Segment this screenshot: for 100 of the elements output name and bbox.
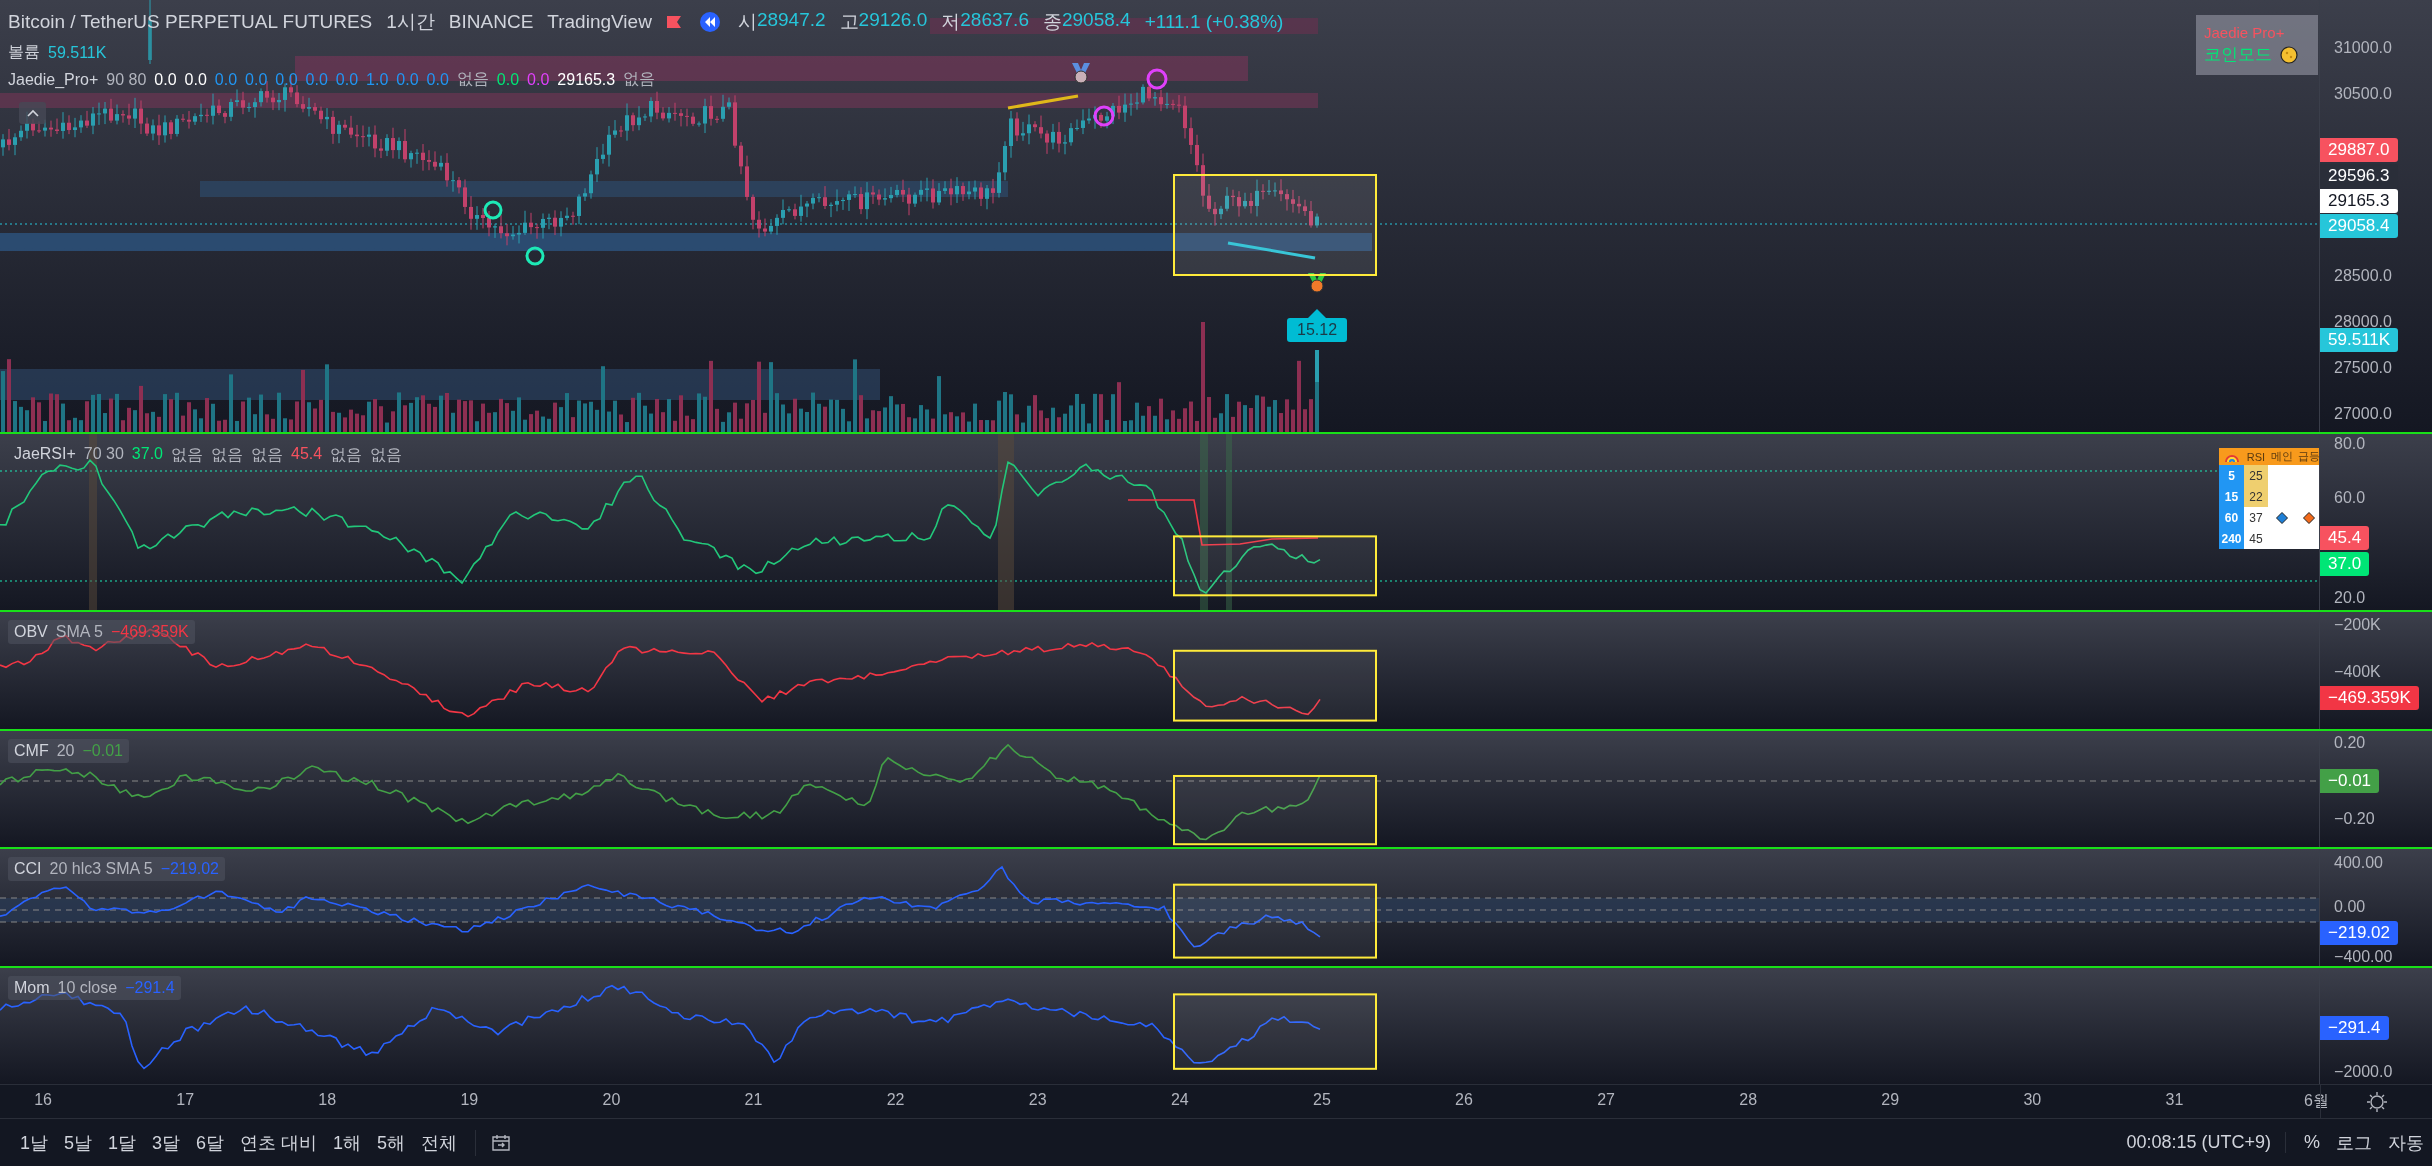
scale-option-button[interactable]: 로그	[2328, 1126, 2380, 1159]
range-button[interactable]: 6달	[188, 1126, 233, 1159]
range-button[interactable]: 1해	[325, 1126, 370, 1159]
table-cell-text: 37	[2248, 509, 2264, 527]
table-cell-text: 45	[2248, 530, 2264, 548]
time-label: 27	[1597, 1091, 1615, 1108]
table-cell: 5	[2219, 465, 2244, 486]
range-button[interactable]: 전체	[413, 1126, 466, 1159]
range-button[interactable]: 연초 대비	[232, 1126, 326, 1159]
axis-label: 0.00	[2334, 898, 2366, 916]
medal-icon	[1072, 63, 1090, 84]
legend-value: 0.0	[184, 70, 207, 89]
indicator-name[interactable]: OBV	[14, 623, 48, 641]
ohlc-label: 시	[737, 10, 757, 34]
settings-icon[interactable]	[2365, 1090, 2388, 1113]
range-button[interactable]: 5날	[56, 1126, 101, 1159]
range-button[interactable]: 5해	[369, 1126, 414, 1159]
legend-value: 없음	[623, 69, 656, 89]
ohlc-value: 29126.0	[858, 9, 928, 32]
price-tag: 29887.0	[2320, 138, 2398, 162]
price-tag: −291.4	[2320, 1016, 2389, 1040]
table-cell: 60	[2219, 507, 2244, 528]
diamond-icon	[2302, 511, 2315, 524]
time-label: 28	[1739, 1091, 1758, 1108]
indicator-name[interactable]: CMF	[14, 742, 49, 760]
symbol-title[interactable]: Bitcoin / TetherUS PERPETUAL FUTURES	[8, 11, 373, 33]
axis-label: −400K	[2334, 663, 2381, 681]
indicator-name[interactable]: Jaedie_Pro+	[8, 70, 99, 89]
legend-value: 0.0	[275, 70, 298, 89]
change-value: +111.1 (+0.38%)	[1144, 11, 1284, 33]
volume-label: 볼륨	[8, 42, 40, 62]
indicator-name[interactable]: Mom	[14, 979, 50, 997]
legend-value: 0.0	[527, 70, 550, 89]
interval-label[interactable]: 1시간	[386, 9, 435, 35]
medal-icon	[1308, 273, 1326, 293]
exchange-label: BINANCE	[448, 11, 534, 33]
time-label: 21	[744, 1091, 763, 1108]
range-button[interactable]: 1달	[100, 1126, 145, 1159]
time-label: 19	[460, 1091, 479, 1108]
axis-label: 0.20	[2334, 734, 2366, 752]
legend-value: 0.0	[496, 70, 520, 89]
clock-label[interactable]: 00:08:15 (UTC+9)	[2126, 1132, 2286, 1153]
calendar-icon	[490, 1132, 513, 1153]
legend-value: 없음	[370, 445, 403, 465]
legend-value: 0.0	[154, 70, 177, 89]
rewind-icon	[699, 12, 720, 32]
time-label: 31	[2165, 1091, 2184, 1108]
ohlc-label: 저	[941, 10, 961, 34]
price-tag: −219.02	[2320, 921, 2398, 945]
scale-option-button[interactable]: 자동	[2380, 1126, 2432, 1159]
axis-label: 31000.0	[2334, 39, 2392, 57]
axis-label: 27000.0	[2334, 405, 2392, 423]
legend-value: 없음	[330, 445, 363, 465]
price-tag: 29058.4	[2320, 214, 2398, 238]
time-label: 18	[318, 1091, 337, 1108]
collapse-button[interactable]	[19, 102, 46, 124]
indicator-name[interactable]: CCI	[14, 860, 42, 878]
ohlc-value: 29058.4	[1061, 9, 1131, 32]
legend-value: 0.0	[335, 70, 359, 89]
range-button[interactable]: 3달	[144, 1126, 189, 1159]
legend-value: −469.359K	[110, 623, 189, 641]
legend-value: 없음	[211, 445, 243, 465]
axis-label: −200K	[2334, 616, 2381, 634]
coin-icon	[2280, 45, 2298, 64]
table-header: 메인	[2268, 448, 2295, 465]
price-tag: 37.0	[2320, 552, 2370, 576]
table-cell: 240	[2219, 528, 2244, 549]
price-tag: 45.4	[2320, 526, 2370, 550]
price-tag: 59.511K	[2320, 328, 2399, 352]
source-label: TradingView	[547, 11, 652, 33]
indicator-params: 70 30	[83, 445, 124, 464]
legend-value: 없음	[251, 445, 283, 465]
price-tag: 29165.3	[2320, 189, 2398, 213]
indicator-params: 20	[56, 742, 75, 760]
table-cell: 25	[2244, 465, 2268, 486]
legend-value: 0.0	[305, 70, 328, 89]
legend-value: −219.02	[160, 860, 219, 878]
time-label: 24	[1170, 1091, 1189, 1108]
badge-title: Jaedie Pro+	[2204, 24, 2286, 41]
time-label: 22	[886, 1091, 905, 1108]
range-button[interactable]: 1날	[12, 1126, 56, 1159]
scale-option-button[interactable]: %	[2296, 1128, 2328, 1157]
ohlc-value: 28947.2	[756, 9, 826, 32]
table-cell: 22	[2244, 486, 2268, 507]
time-label: 23	[1028, 1091, 1047, 1108]
ohlc-label: 고	[839, 10, 859, 34]
axis-label: 60.0	[2334, 489, 2366, 507]
ohlc-label: 종	[1042, 10, 1062, 34]
time-label: 26	[1455, 1091, 1473, 1108]
indicator-params: 10 close	[57, 979, 118, 997]
indicator-params: SMA 5	[55, 623, 103, 641]
axis-label: 27500.0	[2334, 359, 2392, 377]
axis-label: 20.0	[2334, 589, 2366, 607]
legend-value: 29165.3	[557, 70, 616, 89]
table-header: 급등	[2295, 448, 2320, 465]
axis-label: 80.0	[2334, 435, 2366, 453]
time-label: 29	[1881, 1091, 1900, 1108]
axis-label: 30500.0	[2334, 85, 2392, 103]
legend-value: 없음	[456, 69, 489, 89]
indicator-name[interactable]: JaeRSI+	[14, 445, 76, 466]
